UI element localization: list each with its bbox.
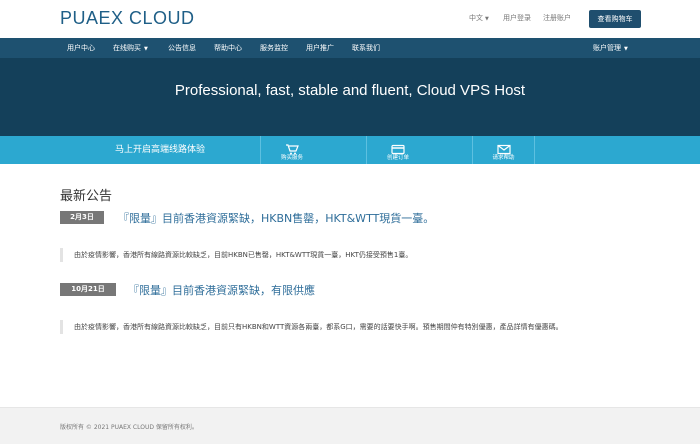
hero-banner: Professional, fast, stable and fluent, C…	[0, 58, 700, 136]
nav-item-account[interactable]: 账户管理 ▼	[593, 38, 628, 58]
announcement-body: 由於疫情影響，香港所有線路資源比較缺乏，目前只有HKBN和WTT資源各兩臺，都系…	[60, 320, 640, 334]
announcement-title-link[interactable]: 『限量』目前香港資源緊缺，有限供應	[128, 282, 315, 298]
nav-item-label: 账户管理	[593, 44, 621, 52]
nav-item-announcements[interactable]: 公告信息	[168, 38, 196, 58]
login-link[interactable]: 用户登录	[503, 13, 531, 23]
create-order-button[interactable]: 创建订单	[366, 136, 429, 164]
request-help-label: 请求帮助	[492, 155, 515, 161]
nav-item-help-center[interactable]: 帮助中心	[214, 38, 242, 58]
date-badge: 2月3日	[60, 211, 104, 224]
language-selector[interactable]: 中文 ▼	[469, 13, 489, 23]
language-label: 中文	[469, 14, 483, 22]
announcement-body: 由於疫情影響，香港所有線路資源比較缺乏，目前HKBN已售罄，HKT&WTT現貨一…	[60, 248, 640, 262]
chevron-down-icon: ▼	[144, 46, 148, 52]
create-order-label: 创建订单	[386, 155, 409, 161]
buy-service-button[interactable]: 购买服务	[260, 136, 323, 164]
register-link[interactable]: 注册账户	[543, 13, 571, 23]
site-logo[interactable]: PUAEX CLOUD	[60, 8, 195, 29]
nav-item-contact[interactable]: 联系我们	[352, 38, 380, 58]
hero-title: Professional, fast, stable and fluent, C…	[174, 82, 526, 99]
copyright-text: 版权所有 © 2021 PUAEX CLOUD 保留所有权利。	[60, 424, 198, 431]
cart-icon	[261, 140, 323, 155]
ticket-icon	[367, 140, 429, 155]
nav-item-user-center[interactable]: 用户中心	[67, 38, 95, 58]
mail-icon	[473, 140, 534, 155]
nav-item-referral[interactable]: 用户推广	[306, 38, 334, 58]
action-bar: 马上开启高端线路体验 购买服务 创建订单 请求帮助	[0, 136, 700, 164]
view-cart-button[interactable]: 查看购物车	[589, 10, 641, 28]
top-bar: PUAEX CLOUD 中文 ▼ 用户登录 注册账户 查看购物车	[0, 0, 700, 38]
announcement-title-link[interactable]: 『限量』目前香港資源緊缺，HKBN售罄，HKT&WTT現貨一臺。	[118, 210, 434, 226]
nav-item-label: 在线购买	[113, 44, 141, 52]
date-badge: 10月21日	[60, 283, 116, 296]
nav-item-service-monitor[interactable]: 服务监控	[260, 38, 288, 58]
footer: 版权所有 © 2021 PUAEX CLOUD 保留所有权利。	[0, 407, 700, 444]
nav-item-buy-online[interactable]: 在线购买 ▼	[113, 38, 148, 58]
request-help-button[interactable]: 请求帮助	[472, 136, 535, 164]
promo-text: 马上开启高端线路体验	[114, 145, 205, 155]
buy-service-label: 购买服务	[280, 155, 303, 161]
section-title: 最新公告	[60, 189, 113, 204]
chevron-down-icon: ▼	[485, 16, 489, 22]
chevron-down-icon: ▼	[624, 46, 628, 52]
main-navbar: 用户中心 在线购买 ▼ 公告信息 帮助中心 服务监控 用户推广 联系我们 账户管理…	[0, 38, 700, 58]
